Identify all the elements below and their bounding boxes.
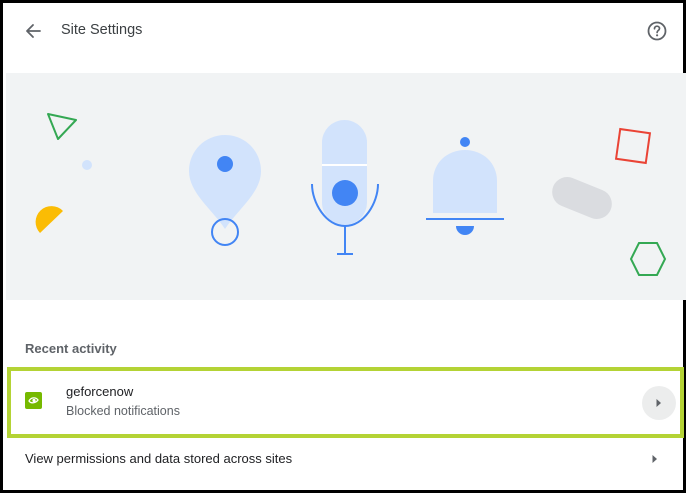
- pill-shape: [552, 177, 612, 219]
- arrow-right-icon: [652, 455, 657, 463]
- page-title: Site Settings: [61, 22, 143, 38]
- site-settings-window: Site Settings Recent activity geforcenow…: [0, 0, 686, 493]
- square-shape: [614, 127, 652, 165]
- notification-bell-icon: [426, 137, 504, 235]
- view-permissions-label: View permissions and data stored across …: [25, 451, 293, 466]
- list-item[interactable]: geforcenow Blocked notifications: [7, 367, 684, 438]
- help-button[interactable]: [646, 20, 668, 42]
- site-name: geforcenow: [66, 384, 134, 399]
- site-status: Blocked notifications: [66, 404, 180, 418]
- back-button[interactable]: [20, 18, 46, 44]
- header: Site Settings: [6, 6, 686, 56]
- open-site-button[interactable]: [642, 386, 676, 420]
- nvidia-icon: [25, 392, 42, 409]
- view-permissions-link[interactable]: View permissions and data stored across …: [6, 441, 686, 477]
- arrow-back-icon: [26, 24, 41, 38]
- help-circle-icon: [647, 21, 667, 41]
- arrow-right-icon: [656, 399, 661, 407]
- dot-shape: [82, 160, 92, 170]
- location-pin-icon: [189, 135, 261, 246]
- microphone-icon: [311, 120, 379, 255]
- triangle-shape: [47, 113, 77, 140]
- half-circle-shape: [35, 206, 63, 233]
- hero-illustration: [6, 73, 686, 300]
- hexagon-shape: [629, 242, 667, 276]
- recent-activity-heading: Recent activity: [25, 341, 117, 356]
